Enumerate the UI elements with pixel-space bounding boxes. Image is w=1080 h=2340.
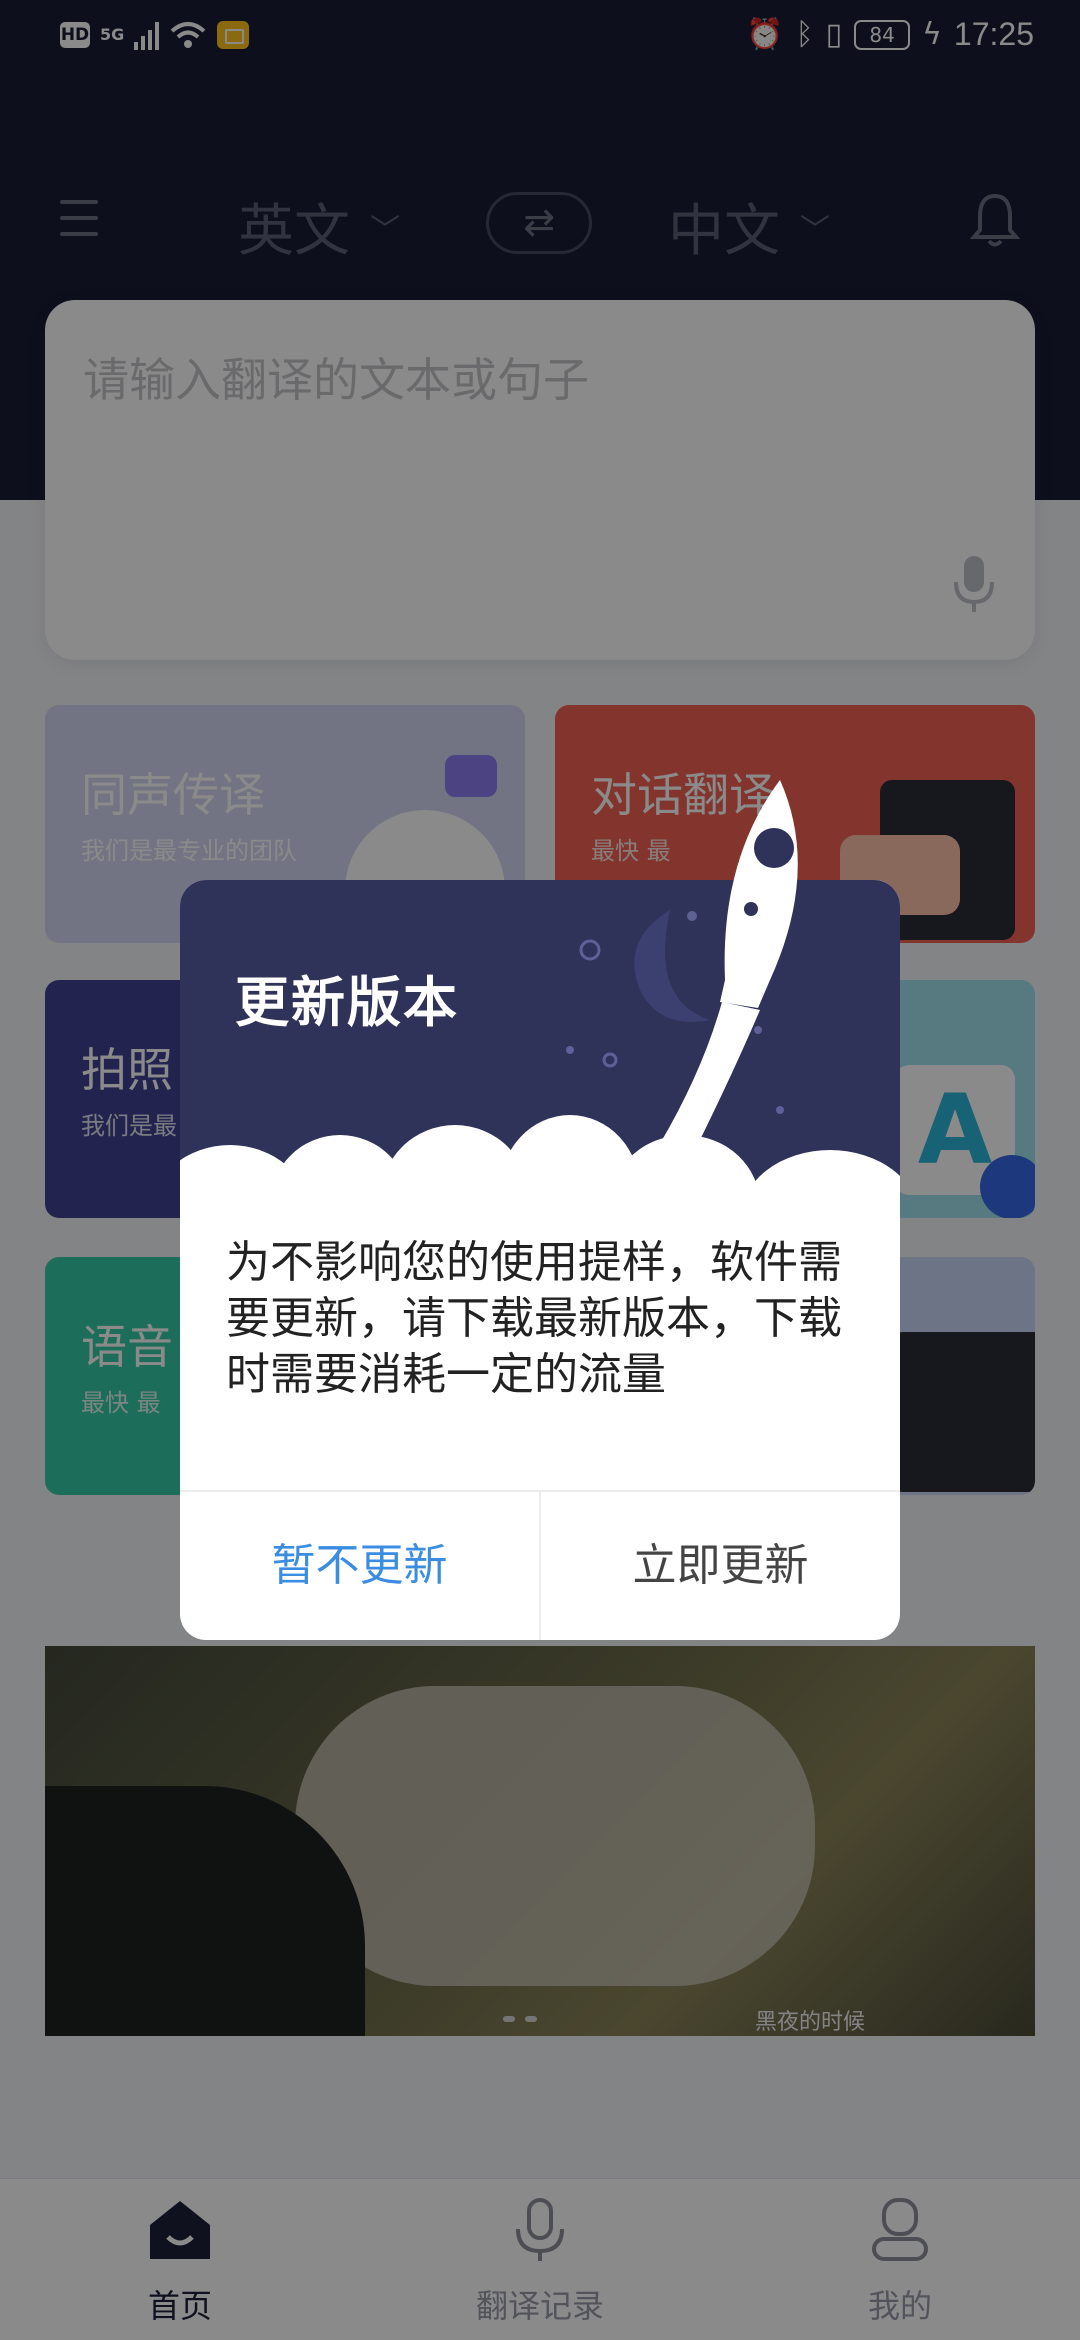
rocket-icon bbox=[650, 780, 798, 1160]
dialog-message: 为不影响您的使用提样，软件需要更新，请下载最新版本，下载时需要消耗一定的流量 bbox=[226, 1237, 842, 1400]
dialog-actions: 暂不更新 立即更新 bbox=[180, 1490, 900, 1640]
update-dialog: 更新版本 为不影响您的使用提样，软件需要更新，请下载最新版本，下载时需要消耗一定… bbox=[180, 780, 900, 1640]
skip-update-button[interactable]: 暂不更新 bbox=[180, 1492, 541, 1640]
app-screen: HD 5G ⏰ ᛒ ▯ 84 ϟ 17:25 英文 ﹀ ⇄ 中文 ﹀ 请输入翻译… bbox=[0, 0, 1080, 2340]
update-now-button[interactable]: 立即更新 bbox=[541, 1492, 900, 1640]
dialog-title: 更新版本 bbox=[235, 971, 459, 1034]
